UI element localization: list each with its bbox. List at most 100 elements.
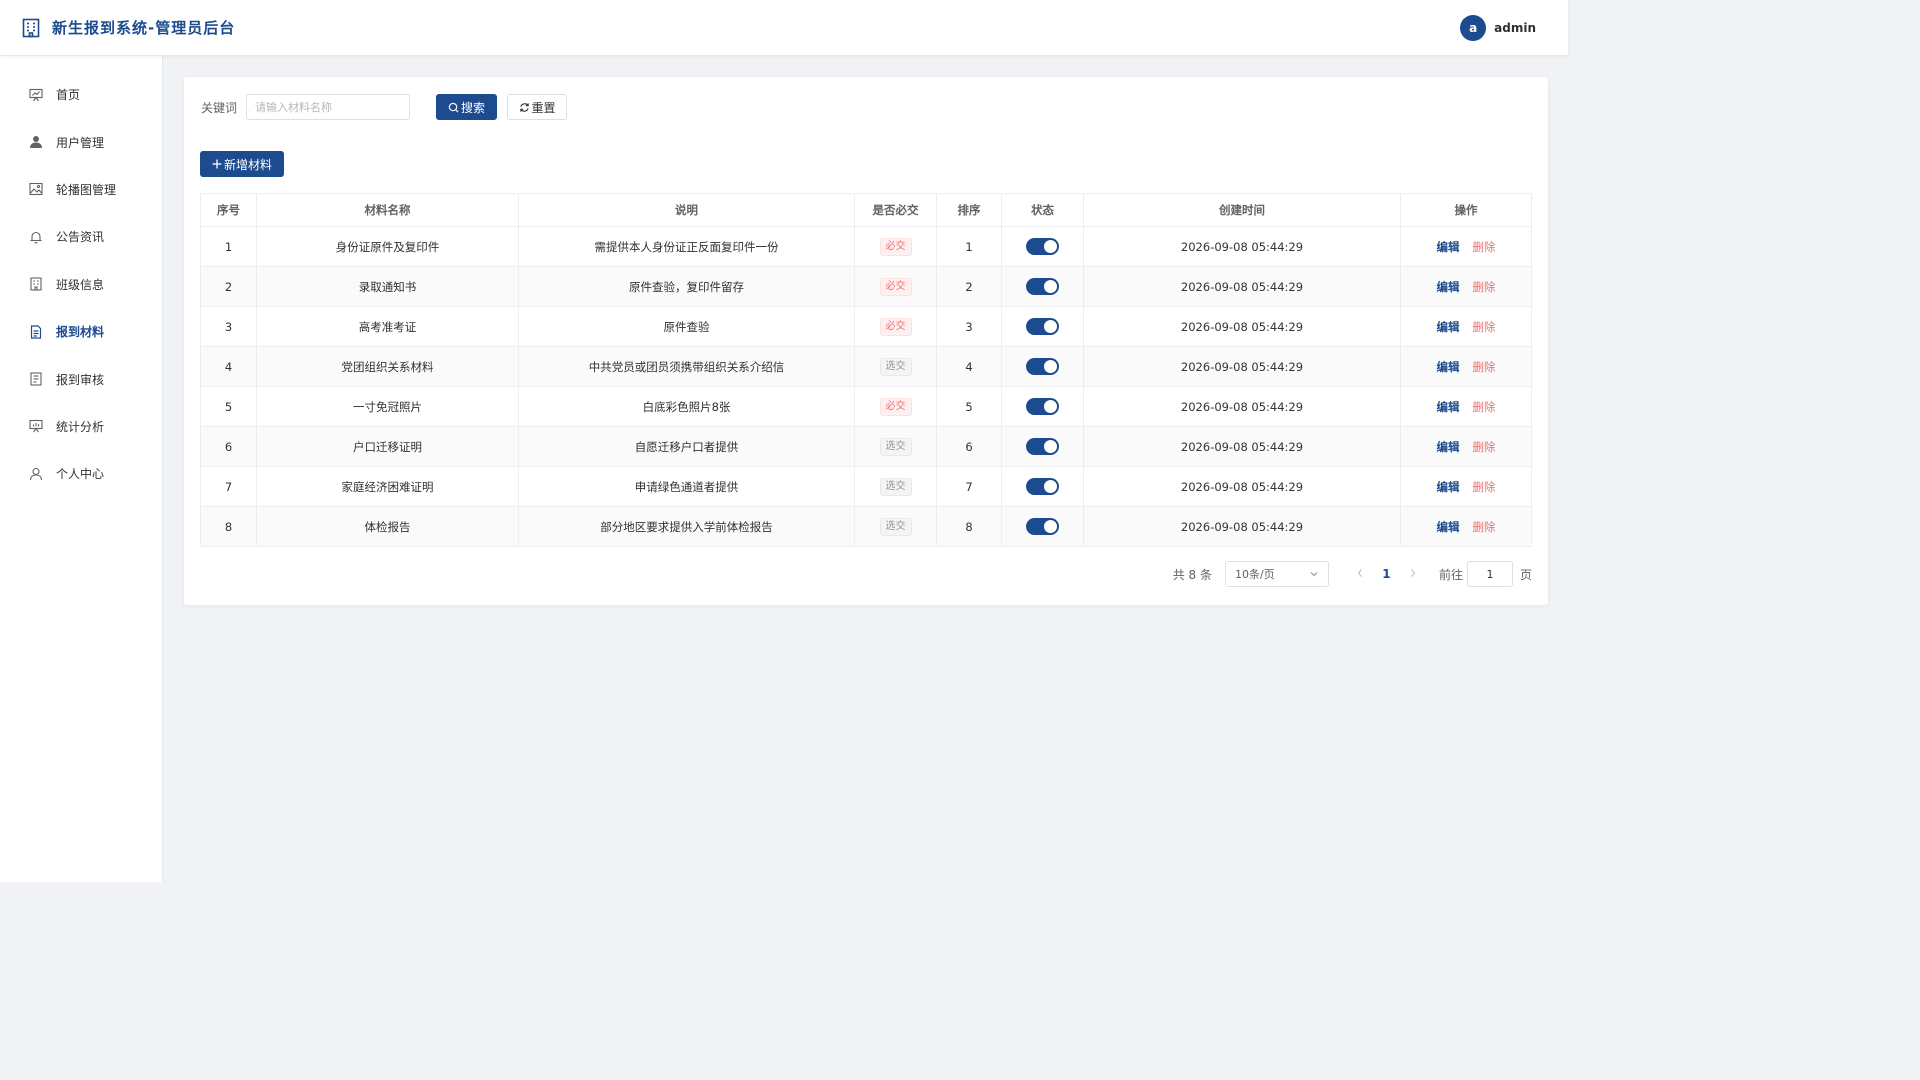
required-tag: 选交 — [879, 477, 912, 496]
edit-button[interactable]: 编辑 — [1437, 240, 1460, 254]
materials-table: 序号 材料名称 说明 是否必交 排序 状态 创建时间 操作 1 身份证原件及复印件… — [200, 193, 1532, 547]
edit-button[interactable]: 编辑 — [1437, 440, 1460, 454]
col-header-index: 序号 — [200, 193, 257, 227]
table-row: 5 一寸免冠照片 白底彩色照片8张 必交 5 2026-09-08 05:44:29 编辑删… — [200, 386, 1532, 427]
table-row: 8 体检报告 部分地区要求提供入学前体检报告 选交 8 2026-09-08 05:44:… — [200, 506, 1532, 547]
plus-icon — [212, 159, 222, 169]
status-toggle[interactable] — [1026, 518, 1059, 535]
top-bar: 新生报到系统-管理员后台 a admin — [0, 0, 1568, 56]
search-button-label: 搜索 — [461, 100, 486, 115]
required-tag: 必交 — [879, 317, 912, 336]
table-row: 4 党团组织关系材料 中共党员或团员须携带组织关系介绍信 选交 4 2026-09-08 … — [200, 346, 1532, 387]
chevron-down-icon — [1310, 572, 1318, 577]
page-number-current[interactable]: 1 — [1373, 567, 1400, 581]
list-document-icon — [29, 372, 43, 386]
delete-button[interactable]: 删除 — [1473, 280, 1496, 294]
next-page-button[interactable] — [1400, 567, 1426, 581]
sidebar-item-home[interactable]: 首页 — [0, 71, 162, 118]
required-tag: 必交 — [879, 237, 912, 256]
goto-suffix: 页 — [1519, 567, 1532, 582]
sidebar-item-notices[interactable]: 公告资讯 — [0, 213, 162, 260]
cell-status — [1001, 466, 1084, 507]
status-toggle[interactable] — [1026, 438, 1059, 455]
col-header-status: 状态 — [1001, 193, 1084, 227]
required-tag: 必交 — [879, 397, 912, 416]
refresh-icon — [519, 102, 529, 112]
status-toggle[interactable] — [1026, 238, 1059, 255]
cell-description: 中共党员或团员须携带组织关系介绍信 — [518, 346, 855, 387]
cell-status — [1001, 506, 1084, 547]
sidebar-item-review[interactable]: 报到审核 — [0, 355, 162, 402]
status-toggle[interactable] — [1026, 278, 1059, 295]
edit-button[interactable]: 编辑 — [1437, 280, 1460, 294]
col-header-name: 材料名称 — [256, 193, 519, 227]
cell-index: 1 — [200, 226, 257, 267]
cell-actions: 编辑 删除 — [1400, 226, 1532, 267]
sidebar-item-users[interactable]: 用户管理 — [0, 118, 162, 165]
sidebar-item-label: 首页 — [56, 88, 81, 103]
sidebar-item-label: 统计分析 — [56, 419, 105, 434]
search-button[interactable]: 搜索 — [436, 94, 498, 120]
delete-button[interactable]: 删除 — [1473, 480, 1496, 494]
cell-required: 必交 — [854, 266, 937, 307]
sidebar-item-label: 用户管理 — [56, 135, 105, 150]
add-material-button[interactable]: 新增材料 — [200, 151, 284, 177]
cell-sort: 7 — [936, 466, 1002, 507]
cell-actions: 编辑 删除 — [1400, 266, 1532, 307]
sidebar-item-carousel[interactable]: 轮播图管理 — [0, 166, 162, 213]
required-tag: 选交 — [879, 437, 912, 456]
delete-button[interactable]: 删除 — [1473, 520, 1496, 534]
goto-page-input[interactable] — [1466, 561, 1513, 587]
bell-icon — [29, 230, 43, 244]
status-toggle[interactable] — [1026, 398, 1059, 415]
cell-created: 2026-09-08 05:44:29 — [1083, 306, 1401, 347]
prev-page-button[interactable] — [1347, 567, 1373, 581]
cell-sort: 5 — [936, 386, 1002, 427]
cell-created: 2026-09-08 05:44:29 — [1083, 386, 1401, 427]
sidebar-item-classes[interactable]: 班级信息 — [0, 261, 162, 308]
cell-index: 6 — [200, 426, 257, 467]
cell-created: 2026-09-08 05:44:29 — [1083, 466, 1401, 507]
sidebar-item-profile[interactable]: 个人中心 — [0, 450, 162, 497]
sidebar-item-label: 报到材料 — [56, 325, 105, 340]
cell-actions: 编辑 删除 — [1400, 346, 1532, 387]
cell-name: 身份证原件及复印件 — [256, 226, 519, 267]
cell-sort: 4 — [936, 346, 1002, 387]
cell-required: 选交 — [854, 506, 937, 547]
building-logo-icon — [22, 18, 40, 38]
avatar[interactable]: a — [1460, 15, 1487, 41]
edit-button[interactable]: 编辑 — [1437, 320, 1460, 334]
table-header-row: 序号 材料名称 说明 是否必交 排序 状态 创建时间 操作 — [200, 193, 1532, 227]
cell-description: 原件查验，复印件留存 — [518, 266, 855, 307]
delete-button[interactable]: 删除 — [1473, 360, 1496, 374]
edit-button[interactable]: 编辑 — [1437, 520, 1460, 534]
add-material-label: 新增材料 — [223, 157, 272, 172]
keyword-input[interactable] — [246, 94, 411, 120]
cell-sort: 1 — [936, 226, 1002, 267]
cell-status — [1001, 386, 1084, 427]
building-icon — [29, 277, 43, 291]
cell-created: 2026-09-08 05:44:29 — [1083, 226, 1401, 267]
delete-button[interactable]: 删除 — [1473, 320, 1496, 334]
delete-button[interactable]: 删除 — [1473, 240, 1496, 254]
edit-button[interactable]: 编辑 — [1437, 480, 1460, 494]
delete-button[interactable]: 删除 — [1473, 440, 1496, 454]
username[interactable]: admin — [1494, 21, 1536, 35]
sidebar-item-statistics[interactable]: 统计分析 — [0, 403, 162, 450]
reset-button[interactable]: 重置 — [507, 94, 568, 120]
delete-button[interactable]: 删除 — [1473, 400, 1496, 414]
edit-button[interactable]: 编辑 — [1437, 360, 1460, 374]
page-size-select[interactable]: 10条/页 — [1224, 561, 1329, 587]
status-toggle[interactable] — [1026, 478, 1059, 495]
cell-description: 原件查验 — [518, 306, 855, 347]
status-toggle[interactable] — [1026, 358, 1059, 375]
cell-description: 自愿迁移户口者提供 — [518, 426, 855, 467]
cell-created: 2026-09-08 05:44:29 — [1083, 506, 1401, 547]
cell-index: 8 — [200, 506, 257, 547]
edit-button[interactable]: 编辑 — [1437, 400, 1460, 414]
cell-actions: 编辑 删除 — [1400, 306, 1532, 347]
sidebar-item-materials[interactable]: 报到材料 — [0, 308, 162, 355]
cell-sort: 6 — [936, 426, 1002, 467]
status-toggle[interactable] — [1026, 318, 1059, 335]
user-menu[interactable]: a admin — [1460, 15, 1536, 41]
